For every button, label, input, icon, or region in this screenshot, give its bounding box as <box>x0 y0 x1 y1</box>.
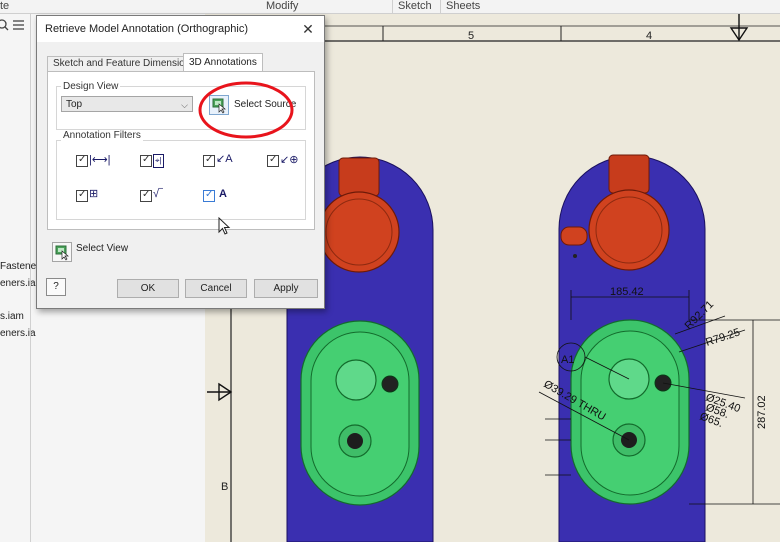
browser-divider <box>30 14 31 542</box>
datum-target-icon: ↙⊕ <box>280 154 299 166</box>
dim-height[interactable]: 287.02 <box>756 395 768 429</box>
select-view-icon <box>55 245 69 261</box>
highlight-ellipse <box>198 81 294 139</box>
cancel-button[interactable]: Cancel <box>185 279 247 298</box>
browser-item[interactable]: s.iam <box>0 311 24 322</box>
feature-control-frame-icon: ⌖| <box>153 154 164 168</box>
chevron-down-icon[interactable]: ⌵ <box>181 97 188 113</box>
select-view-label: Select View <box>76 243 129 254</box>
filter-leader-notes-checkbox[interactable]: ✓ <box>203 154 215 167</box>
filter-surface-finish-checkbox[interactable]: ✓ <box>140 189 152 202</box>
tab-3d-annotations[interactable]: 3D Annotations <box>183 53 263 71</box>
dialog-titlebar[interactable]: Retrieve Model Annotation (Orthographic)… <box>37 16 324 42</box>
tab-sketch-and-feature-dimensions[interactable]: Sketch and Feature Dimensions <box>47 56 202 71</box>
browser-toolbar <box>0 19 24 31</box>
dialog-title: Retrieve Model Annotation (Orthographic) <box>45 23 248 35</box>
filter-text-checkbox[interactable]: ✓ <box>203 189 215 202</box>
dim-width[interactable]: 185.42 <box>610 286 644 298</box>
ribbon-separator <box>392 0 393 13</box>
annotation-filters-group-label: Annotation Filters <box>61 130 143 141</box>
ribbon-separator <box>440 0 441 13</box>
select-view-button[interactable] <box>52 242 72 262</box>
filter-fcf-checkbox[interactable]: ✓ <box>140 154 152 167</box>
annotation-box[interactable]: A1 <box>561 354 574 366</box>
design-view-select[interactable]: Top ⌵ <box>61 96 193 112</box>
right-part-view[interactable] <box>558 154 706 542</box>
menu-icon[interactable] <box>13 20 24 30</box>
text-annotation-icon: A <box>219 188 227 200</box>
ribbon-strip: te Modify Sketch Sheets <box>0 0 780 14</box>
help-button[interactable]: ? <box>46 278 66 296</box>
search-icon[interactable] <box>0 19 9 31</box>
retrieve-model-annotation-dialog[interactable]: Retrieve Model Annotation (Orthographic)… <box>36 15 325 309</box>
design-view-selected: Top <box>66 99 83 110</box>
filter-datum-checkbox[interactable]: ✓ <box>267 154 279 167</box>
zone-number-4: 4 <box>646 30 652 42</box>
tab-label: Sketch and Feature Dimensions <box>53 58 196 69</box>
ribbon-sketch-label[interactable]: Sketch <box>398 0 432 13</box>
ok-button[interactable]: OK <box>117 279 179 298</box>
mouse-cursor-icon <box>218 217 231 235</box>
linear-dimension-icon: |⟷| <box>89 154 111 166</box>
surface-finish-icon: √‾ <box>153 188 163 200</box>
ribbon-modify-label[interactable]: Modify <box>266 0 298 13</box>
tab-label: 3D Annotations <box>189 57 257 68</box>
surface-texture-icon: ⊞ <box>89 188 99 200</box>
zone-letter-b: B <box>221 481 228 493</box>
close-icon[interactable]: ✕ <box>298 19 318 39</box>
filter-texture-checkbox[interactable]: ✓ <box>76 189 88 202</box>
design-view-group-label: Design View <box>61 81 121 92</box>
help-icon: ? <box>53 281 59 292</box>
apply-button[interactable]: Apply <box>254 279 318 298</box>
leader-note-icon: ↙A <box>216 153 233 165</box>
ribbon-fragment-label[interactable]: te <box>0 0 9 13</box>
annotation-filters-group <box>56 140 306 220</box>
zone-number-5: 5 <box>468 30 474 42</box>
filter-dimensions-checkbox[interactable]: ✓ <box>76 154 88 167</box>
ribbon-sheets-label[interactable]: Sheets <box>446 0 480 13</box>
